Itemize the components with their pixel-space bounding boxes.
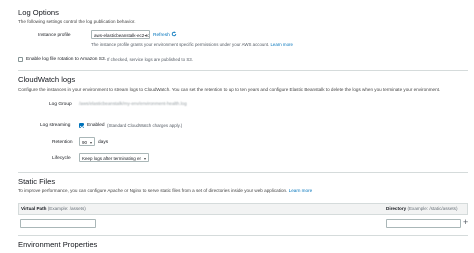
log-rotation-checkbox[interactable] [18, 57, 23, 62]
refresh-icon [171, 31, 177, 37]
cloudwatch-title: CloudWatch logs [18, 75, 76, 84]
section-divider [18, 70, 468, 71]
retention-label: Retention [52, 140, 73, 145]
directory-header-label: Directory [386, 206, 407, 211]
instance-profile-select[interactable]: aws-elasticbeanstalk-ec2-role ▾ [91, 30, 150, 39]
retention-select[interactable]: 90 ▾ [79, 137, 95, 146]
instance-profile-help: The instance profile grants your environ… [91, 42, 293, 47]
log-group-value: /aws/elasticbeanstalk/my-env/environment… [79, 101, 187, 106]
static-files-description-text: To improve performance, you can configur… [18, 188, 288, 193]
static-files-description: To improve performance, you can configur… [18, 188, 312, 193]
learn-more-link[interactable]: Learn more [270, 42, 292, 47]
log-options-description: The following settings control the log p… [18, 19, 136, 24]
instance-profile-help-text: The instance profile grants your environ… [91, 42, 270, 47]
chevron-down-icon: ▾ [89, 140, 92, 145]
log-rotation-label: Enable log file rotation to Amazon S3. [26, 57, 106, 62]
retention-unit: days [98, 140, 109, 145]
lifecycle-select[interactable]: Keep logs after terminating er ▾ [79, 153, 149, 162]
instance-profile-value: aws-elasticbeanstalk-ec2-role [94, 33, 150, 38]
log-group-label: Log Group [49, 102, 72, 107]
static-files-title: Static Files [18, 177, 56, 186]
refresh-label: Refresh [153, 33, 170, 38]
add-row-button[interactable]: + [463, 217, 468, 227]
directory-input[interactable] [386, 219, 461, 228]
cloudwatch-description: Configure the instances in your environm… [18, 87, 441, 92]
log-options-title: Log Options [18, 8, 59, 17]
virtual-path-header: Virtual Path (Example: /assets) [21, 206, 86, 211]
virtual-path-header-example: (Example: /assets) [47, 206, 86, 211]
virtual-path-input[interactable] [20, 219, 96, 228]
directory-header-example: (Example: /static/assets) [407, 206, 458, 211]
learn-more-link[interactable]: Learn more [289, 188, 313, 193]
section-divider [18, 235, 468, 236]
chevron-down-icon: ▾ [144, 33, 147, 38]
chevron-down-icon: ▾ [143, 156, 146, 161]
section-divider [18, 172, 468, 173]
enabled-note: (Standard CloudWatch charges apply.) [107, 123, 183, 128]
log-rotation-help: If checked, service logs are published t… [107, 57, 193, 62]
directory-header: Directory (Example: /static/assets) [386, 206, 458, 211]
log-streaming-checkbox[interactable] [79, 123, 84, 128]
virtual-path-header-label: Virtual Path [21, 206, 47, 211]
lifecycle-label: Lifecycle [52, 156, 71, 161]
refresh-link[interactable]: Refresh [153, 31, 177, 38]
environment-properties-title: Environment Properties [18, 240, 98, 249]
lifecycle-value: Keep logs after terminating er [82, 156, 142, 161]
enabled-label: Enabled [87, 123, 105, 128]
log-streaming-label: Log streaming [40, 123, 71, 128]
retention-value: 90 [82, 140, 88, 145]
instance-profile-label: Instance profile [38, 33, 71, 38]
